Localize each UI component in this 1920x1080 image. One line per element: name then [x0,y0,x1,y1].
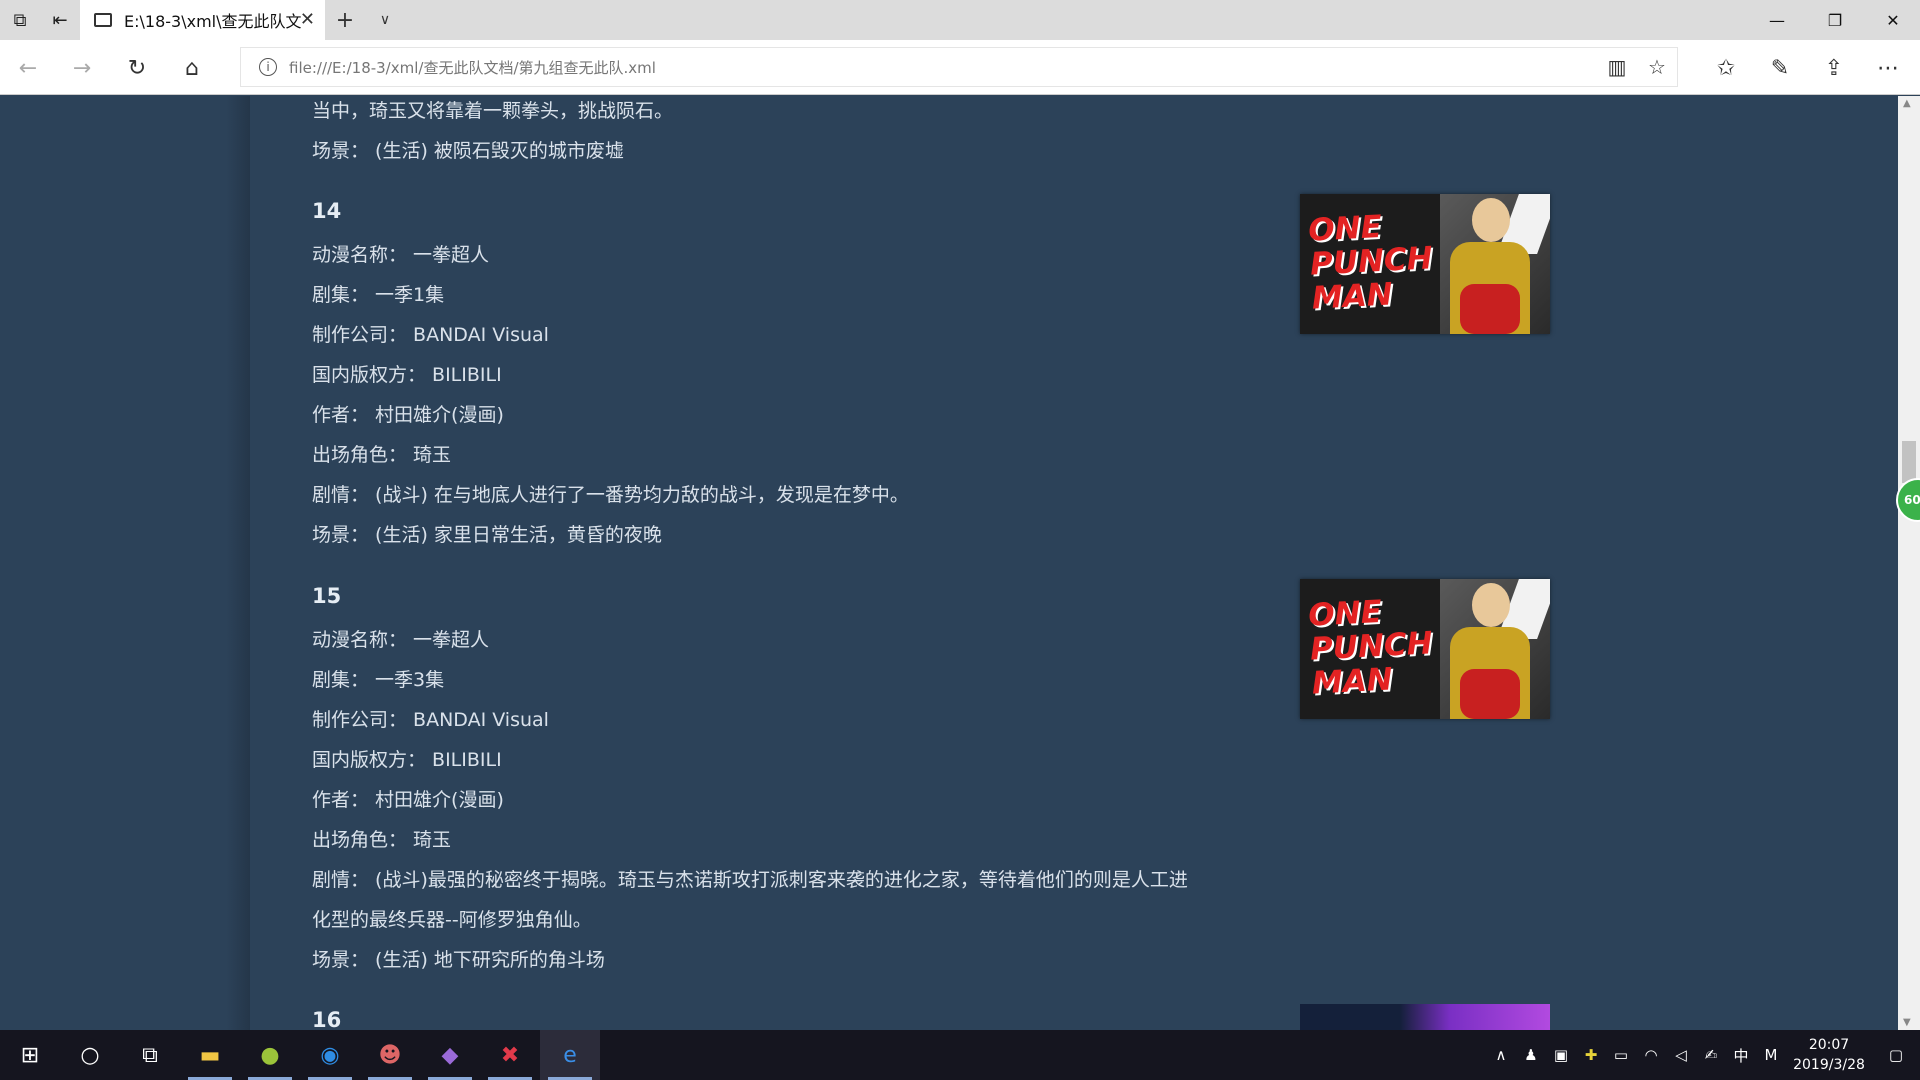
volume-icon[interactable]: ◁ [1666,1046,1696,1064]
entry-number: 15 [312,584,342,608]
poster-title: ONE PUNCH MAN [1307,593,1434,702]
nav-bar: ← → ↻ ⌂ i file:///E:/18-3/xml/查无此队文档/第九组… [0,40,1920,95]
plot-continued: 化型的最终兵器--阿修罗独角仙。 [312,909,592,931]
characters: 出场角色： 琦玉 [312,829,452,851]
ime-mode-label[interactable]: M [1756,1046,1786,1064]
address-bar[interactable]: i file:///E:/18-3/xml/查无此队文档/第九组查无此队.xml… [240,47,1678,87]
scene: 场景： (生活) 家里日常生活，黄昏的夜晚 [312,524,662,546]
plot: 剧情： (战斗) 在与地底人进行了一番势均力敌的战斗，发现是在梦中。 [312,484,909,506]
tab-bar: ⧉ ⇤ E:\18-3\xml\查无此队文 ✕ + ∨ — ❐ ✕ [0,0,1920,40]
app-people-icon[interactable]: ☻ [360,1030,420,1080]
anime-poster-image [1300,1004,1550,1030]
anime-name: 动漫名称： 一拳超人 [312,629,490,651]
page-icon [94,13,112,27]
characters: 出场角色： 琦玉 [312,444,452,466]
author: 作者： 村田雄介(漫画) [312,404,504,426]
plot: 剧情： (战斗)最强的秘密终于揭晓。琦玉与杰诺斯攻打派刺客来袭的进化之家，等待着… [312,869,1188,891]
close-tab-icon[interactable]: ✕ [300,9,315,30]
scroll-thumb[interactable] [1902,441,1916,483]
restore-button[interactable]: ❐ [1808,0,1862,40]
text-line: 场景： (生活) 被陨石毁灭的城市废墟 [312,140,624,162]
clock-date: 2019/3/28 [1793,1057,1865,1073]
anime-poster-image: ONE PUNCH MAN [1300,579,1550,719]
share-icon[interactable]: ⇪ [1814,48,1854,88]
favorites-hub-icon[interactable]: ✩ [1706,48,1746,88]
forward-button[interactable]: → [62,48,102,88]
page-left-margin [0,96,250,1030]
pen-tray-icon[interactable]: ✍ [1696,1046,1726,1064]
entry-number: 16 [312,1008,342,1030]
new-tab-icon[interactable]: + [325,8,365,33]
tab-manager-icon[interactable]: ⧉ [0,0,40,40]
entry-number: 14 [312,199,342,223]
edge-browser-icon[interactable]: e [540,1030,600,1080]
copyright: 国内版权方： BILIBILI [312,749,502,771]
close-window-button[interactable]: ✕ [1866,0,1920,40]
ime-label[interactable]: 中 [1726,1045,1756,1066]
taskbar: ⊞ ○ ⧉ ▬ ● ◉ ☻ ◆ ✖ e ∧ ♟ ▣ ✚ ▭ ◠ ◁ ✍ 中 M … [0,1030,1920,1080]
anime-poster-image: ONE PUNCH MAN [1300,194,1550,334]
xmind-icon[interactable]: ✖ [480,1030,540,1080]
minimize-button[interactable]: — [1750,0,1804,40]
set-aside-tabs-icon[interactable]: ⇤ [40,0,80,40]
security-icon[interactable]: ▣ [1546,1046,1576,1064]
info-icon[interactable]: i [259,58,277,76]
wifi-icon[interactable]: ◠ [1636,1046,1666,1064]
app-ball-icon[interactable]: ● [240,1030,300,1080]
home-button[interactable]: ⌂ [172,48,212,88]
tab-title: E:\18-3\xml\查无此队文 [124,12,302,31]
company: 制作公司： BANDAI Visual [312,324,549,346]
clock-time: 20:07 [1808,1037,1850,1053]
reading-view-icon[interactable]: ▥ [1597,55,1637,79]
sogou-browser-icon[interactable]: ◉ [300,1030,360,1080]
chevron-down-icon[interactable]: ∨ [365,12,405,28]
notification-icon[interactable]: ▢ [1872,1046,1920,1064]
author: 作者： 村田雄介(漫画) [312,789,504,811]
copyright: 国内版权方： BILIBILI [312,364,502,386]
vertical-scrollbar[interactable]: ▲ ▼ [1898,96,1920,1030]
more-icon[interactable]: ⋯ [1868,48,1908,88]
refresh-button[interactable]: ↻ [117,48,157,88]
scene: 场景： (生活) 地下研究所的角斗场 [312,949,605,971]
visual-studio-icon[interactable]: ◆ [420,1030,480,1080]
qq-icon[interactable]: ♟ [1516,1046,1546,1064]
pen-icon[interactable]: ✎ [1760,48,1800,88]
system-tray: ∧ ♟ ▣ ✚ ▭ ◠ ◁ ✍ 中 M 20:07 2019/3/28 ▢ [1486,1030,1920,1080]
task-view-icon[interactable]: ⧉ [120,1030,180,1080]
chevron-up-icon[interactable]: ∧ [1486,1046,1516,1064]
text-line: 当中，琦玉又将靠着一颗拳头，挑战陨石。 [312,100,674,122]
scroll-down-icon[interactable]: ▼ [1903,1017,1911,1028]
page-content: 当中，琦玉又将靠着一颗拳头，挑战陨石。 场景： (生活) 被陨石毁灭的城市废墟 … [250,96,1898,1030]
url-text: file:///E:/18-3/xml/查无此队文档/第九组查无此队.xml [289,58,656,77]
windows-start-icon[interactable]: ⊞ [0,1030,60,1080]
scroll-up-icon[interactable]: ▲ [1903,98,1911,109]
margin-shadow [226,96,250,1030]
episode: 剧集： 一季3集 [312,669,445,691]
favorite-star-icon[interactable]: ☆ [1637,55,1677,79]
episode: 剧集： 一季1集 [312,284,445,306]
battery-icon[interactable]: ▭ [1606,1046,1636,1064]
browser-tab[interactable]: E:\18-3\xml\查无此队文 ✕ [80,0,325,40]
clock[interactable]: 20:07 2019/3/28 [1786,1035,1872,1075]
back-button[interactable]: ← [8,48,48,88]
poster-title: ONE PUNCH MAN [1307,208,1434,317]
company: 制作公司： BANDAI Visual [312,709,549,731]
anime-name: 动漫名称： 一拳超人 [312,244,490,266]
plus-tray-icon[interactable]: ✚ [1576,1046,1606,1064]
file-explorer-icon[interactable]: ▬ [180,1030,240,1080]
search-circle-icon[interactable]: ○ [60,1030,120,1080]
